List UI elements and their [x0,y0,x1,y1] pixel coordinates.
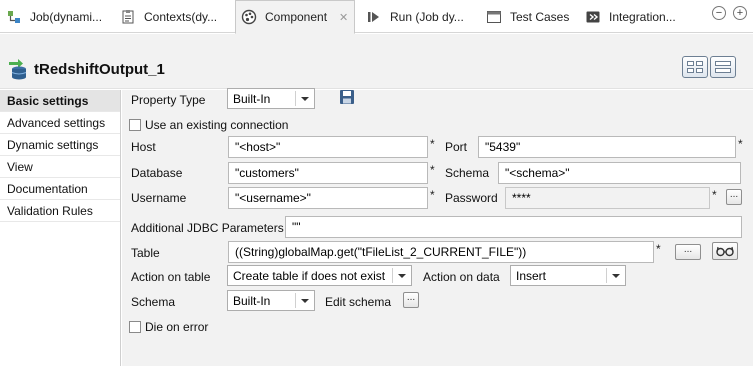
required-mark: * [430,188,435,202]
action-on-data-value: Insert [516,269,547,283]
required-mark: * [430,163,435,177]
host-label: Host [131,140,156,154]
page-title: tRedshiftOutput_1 [34,61,165,78]
use-existing-connection-checkbox[interactable] [129,119,141,131]
action-on-table-select[interactable]: Create table if does not exist [227,265,412,286]
tab-test-cases[interactable]: Test Cases [486,0,569,33]
database-label: Database [131,166,183,180]
table-browse-button[interactable]: ... [675,244,701,260]
action-on-data-select[interactable]: Insert [510,265,626,286]
nav-basic-settings[interactable]: Basic settings [0,90,120,112]
chevron-down-icon [398,274,406,278]
edit-schema-label: Edit schema [325,295,392,309]
required-mark: * [430,137,435,151]
chevron-down-icon [612,274,620,278]
chevron-down-icon [301,299,309,303]
tab-label: Contexts(dy... [144,9,218,24]
list-layout-button[interactable] [710,56,736,78]
contexts-icon [120,9,136,25]
palette-icon [241,9,257,25]
tab-contexts[interactable]: Contexts(dy... [120,0,217,33]
username-field[interactable]: "<username>" [228,187,428,209]
component-header: tRedshiftOutput_1 [0,34,753,89]
editor-tab-bar: Job(dynami... Contexts(dy... Component ✕… [0,0,753,34]
tab-label: Component [265,10,328,24]
settings-nav: Basic settings Advanced settings Dynamic… [0,90,121,366]
action-on-data-label: Action on data [423,270,500,284]
nav-view[interactable]: View [0,156,120,178]
nav-validation-rules[interactable]: Validation Rules [0,200,120,222]
integration-icon [585,9,601,25]
schema-type-select[interactable]: Built-In [227,290,315,311]
tab-label: Run (Job dy... [390,9,464,24]
schema-field[interactable]: "<schema>" [498,162,741,184]
password-field[interactable]: **** [505,187,710,209]
tab-job[interactable]: Job(dynami... [6,0,102,33]
schema-type-label: Schema [131,295,176,309]
tab-integration[interactable]: Integration... [585,0,676,33]
jdbc-parameters-field[interactable]: "" [285,216,742,238]
die-on-error-checkbox[interactable] [129,321,141,333]
username-label: Username [131,191,187,205]
nav-documentation[interactable]: Documentation [0,178,120,200]
tab-component[interactable]: Component ✕ [235,0,355,34]
required-mark: * [712,188,717,202]
tab-label: Integration... [609,9,676,24]
property-type-select[interactable]: Built-In [227,88,315,109]
edit-schema-button[interactable]: ... [403,292,419,308]
tab-run[interactable]: Run (Job dy... [366,0,464,33]
schema-type-value: Built-In [233,294,271,308]
port-label: Port [445,140,468,154]
run-icon [366,9,382,25]
action-on-table-label: Action on table [131,270,211,284]
table-field[interactable]: ((String)globalMap.get("tFileList_2_CURR… [228,241,654,263]
basic-settings-form: Property Type Built-In Use an existing c… [122,88,753,366]
close-icon[interactable]: ✕ [339,11,348,24]
job-icon [6,9,22,25]
table-label: Table [131,246,160,260]
nav-advanced-settings[interactable]: Advanced settings [0,112,120,134]
chevron-down-icon [301,97,309,101]
password-edit-button[interactable]: ... [726,189,742,205]
table-layout-button[interactable] [682,56,708,78]
die-on-error-label: Die on error [145,320,209,334]
property-type-value: Built-In [233,92,271,106]
database-field[interactable]: "customers" [228,162,428,184]
password-label: Password [445,191,498,205]
redshift-output-icon [8,58,28,80]
tab-label: Test Cases [510,9,570,24]
save-icon[interactable] [339,89,355,105]
jdbc-parameters-label: Additional JDBC Parameters [131,221,284,235]
required-mark: * [656,242,661,256]
required-mark: * [738,137,743,151]
use-existing-connection-label: Use an existing connection [145,118,289,132]
host-field[interactable]: "<host>" [228,136,428,158]
port-field[interactable]: "5439" [478,136,736,158]
test-cases-icon [486,9,502,25]
tab-label: Job(dynami... [30,9,103,24]
minimize-icon[interactable]: − [712,6,726,20]
guess-table-button[interactable] [712,242,738,260]
action-on-table-value: Create table if does not exist [233,269,386,283]
glasses-icon [716,246,734,257]
property-type-label: Property Type [131,93,206,107]
schema-label: Schema [445,166,490,180]
maximize-icon[interactable]: + [733,6,747,20]
nav-dynamic-settings[interactable]: Dynamic settings [0,134,120,156]
